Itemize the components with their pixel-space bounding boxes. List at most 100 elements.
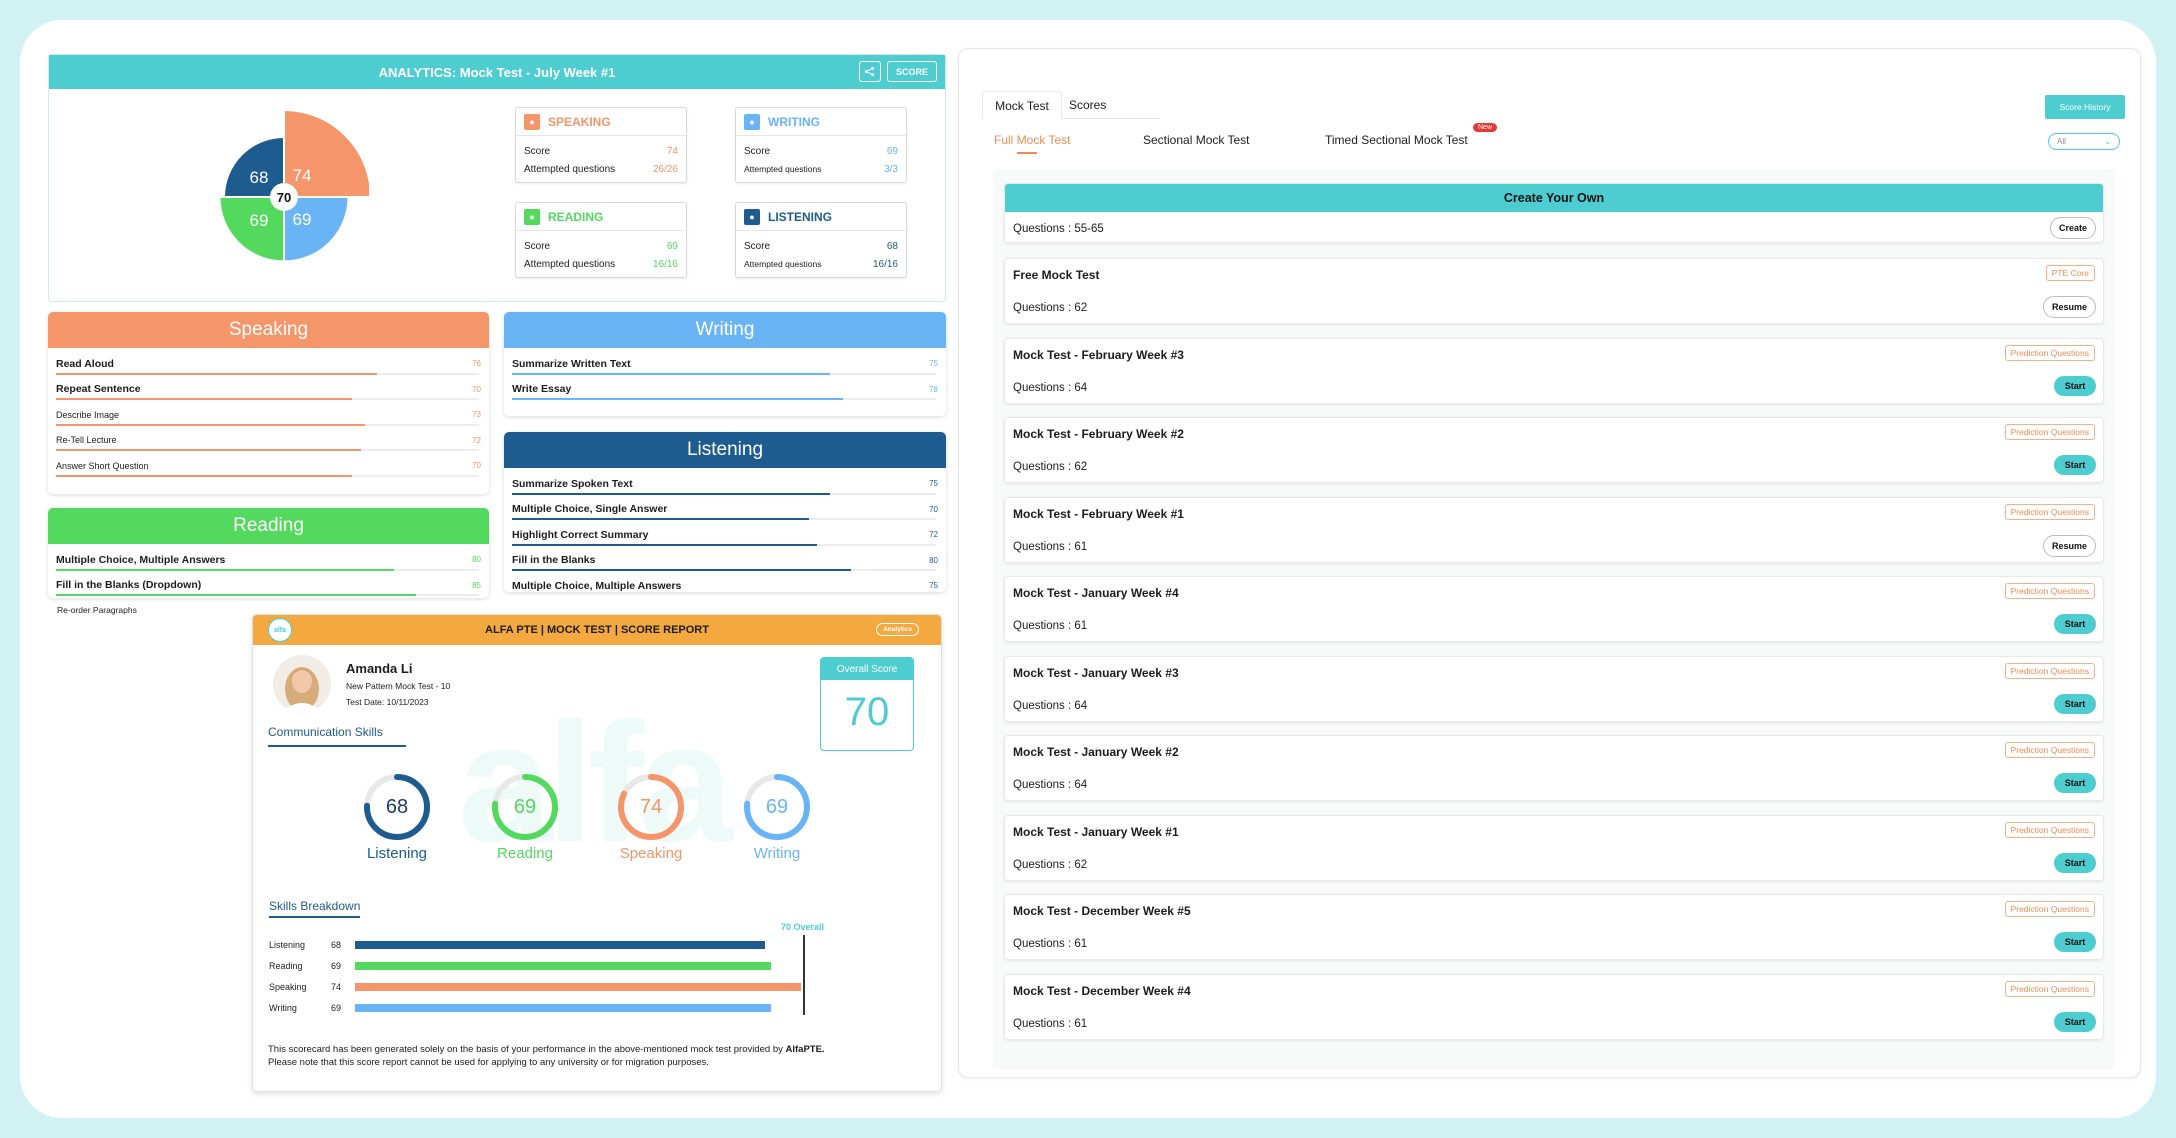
mock-test-name: Mock Test - January Week #4: [1013, 586, 1179, 600]
skill-row-value: 76: [472, 359, 481, 369]
mock-test-tag: Prediction Questions: [2004, 424, 2095, 440]
skill-row-label: Write Essay: [512, 383, 572, 396]
communication-skills-title: Communication Skills: [268, 725, 406, 747]
mock-test-card: Free Mock Test Questions : 62 PTE Core Resu…: [1004, 258, 2104, 324]
score-history-button[interactable]: Score History: [2045, 95, 2125, 119]
skill-row-bar: [512, 518, 936, 520]
filter-select[interactable]: All ⌄: [2048, 133, 2120, 150]
skill-row: Fill in the Blanks (Dropdown) 85: [48, 573, 489, 599]
mock-test-name: Mock Test - February Week #1: [1013, 506, 1184, 521]
subtab-sectional-mock-test[interactable]: Sectional Mock Test: [1143, 133, 1250, 147]
tab-mock-test[interactable]: Mock Test: [982, 91, 1062, 119]
start-button[interactable]: Start: [2054, 773, 2096, 793]
score-row: Score 68: [744, 240, 898, 252]
score-card-title: ● WRITING: [736, 108, 906, 136]
mock-test-name: Mock Test - February Week #2: [1013, 427, 1184, 441]
subtab-timed-sectional-mock-test[interactable]: Timed Sectional Mock Test: [1325, 133, 1468, 147]
skill-row: Fill in the Blanks 80: [504, 548, 946, 574]
filter-value: All: [2057, 137, 2066, 146]
breakdown-value: 74: [331, 982, 342, 992]
start-button[interactable]: Start: [2054, 852, 2096, 873]
chevron-down-icon: ⌄: [2104, 137, 2111, 146]
score-ring-label: Speaking: [619, 845, 683, 862]
score-report: alfa ALFA PTE | MOCK TEST | SCORE REPORT…: [252, 614, 942, 1092]
skill-row-label: Fill in the Blanks: [512, 554, 596, 567]
skill-row: Highlight Correct Summary 72: [504, 522, 946, 548]
reading-panel: Reading Multiple Choice, Multiple Answer…: [48, 508, 489, 598]
new-badge: New: [1473, 123, 1498, 132]
mock-test-questions: Questions : 61: [1013, 938, 1088, 950]
skill-row-value: 80: [472, 555, 481, 565]
report-title: ALFA PTE | MOCK TEST | SCORE REPORT: [485, 624, 709, 636]
skill-row-value: 72: [472, 435, 481, 445]
skill-row-label: Multiple Choice, Single Answer: [512, 503, 668, 516]
skill-row-bar-fill: [56, 423, 365, 426]
skill-row-label: Summarize Written Text: [512, 357, 631, 370]
skill-row: Repeat Sentence 70: [48, 377, 489, 403]
headphones-icon: ●: [744, 208, 760, 225]
speaking-panel: Speaking Read Aloud 76 Repeat Sentence 70 De…: [48, 312, 489, 494]
mock-test-card: Mock Test - February Week #2 Questions : …: [1004, 417, 2104, 483]
mock-test-name: Free Mock Test: [1013, 268, 1100, 282]
score-ring-value: 69: [513, 796, 537, 818]
skill-row-value: 75: [929, 359, 938, 369]
mock-test-tag: Prediction Questions: [2004, 503, 2095, 520]
skill-row-bar: [56, 474, 479, 477]
mock-test-card: Mock Test - January Week #4 Questions : 6…: [1004, 576, 2104, 642]
skill-row-bar-fill: [512, 518, 809, 520]
score-button[interactable]: SCORE: [886, 61, 937, 82]
skill-row-value: 72: [929, 530, 938, 540]
mock-test-questions: Questions : 61: [1013, 620, 1088, 632]
test-date: Test Date: 10/11/2023: [346, 697, 429, 707]
start-button[interactable]: Start: [2054, 693, 2096, 714]
reorder-paragraphs-label: Re-order Paragraphs: [57, 605, 137, 615]
score-ring-value: 68: [385, 796, 409, 818]
writing-score-card: ● WRITING Score 69 Attempted questions 3/3: [735, 107, 907, 183]
skill-row-bar: [56, 398, 479, 400]
skill-row-value: 75: [929, 479, 938, 489]
subtab-full-mock-test[interactable]: Full Mock Test: [994, 133, 1070, 147]
resume-button[interactable]: Resume: [2042, 296, 2096, 318]
score-ring-label: Listening: [366, 845, 428, 862]
mock-test-card: Mock Test - February Week #3 Questions : …: [1004, 337, 2104, 404]
tab-scores[interactable]: Scores: [1069, 98, 1106, 112]
score-card-title: ● SPEAKING: [516, 108, 686, 136]
start-button[interactable]: Start: [2054, 375, 2096, 396]
start-button[interactable]: Start: [2054, 932, 2096, 952]
skill-row-bar: [56, 372, 479, 375]
mock-test-tag: Prediction Questions: [2004, 901, 2095, 917]
start-button[interactable]: Start: [2054, 614, 2096, 634]
start-button[interactable]: Start: [2054, 1011, 2096, 1032]
mock-test-name: Mock Test - February Week #3: [1013, 347, 1184, 362]
skill-row-bar: [512, 569, 936, 571]
pen-icon: ●: [744, 113, 760, 130]
breakdown-label: Writing: [269, 1003, 297, 1013]
resume-button[interactable]: Resume: [2042, 534, 2096, 557]
skill-row-bar-fill: [56, 474, 353, 477]
breakdown-row: Writing 69: [269, 998, 869, 1018]
skill-row-bar: [512, 372, 936, 375]
attempted-row: Attempted questions 16/16: [744, 258, 898, 270]
skill-row-label: Describe Image: [56, 409, 120, 420]
student-name: Amanda Li: [346, 661, 413, 676]
skill-row-bar-fill: [512, 569, 852, 571]
skill-row-bar: [512, 543, 936, 546]
skill-row-label: Repeat Sentence: [56, 383, 141, 396]
listening-panel: Listening Summarize Spoken Text 75 Multipl…: [504, 432, 946, 592]
overall-marker-line: [803, 935, 805, 1015]
breakdown-value: 68: [331, 940, 342, 950]
mock-test-name: Mock Test - January Week #2: [1013, 745, 1179, 759]
create-button[interactable]: Create: [2049, 217, 2096, 239]
writing-panel: Writing Summarize Written Text 75 Write Es…: [504, 312, 946, 416]
book-icon: ●: [524, 208, 540, 225]
analytics-title: ANALYTICS: Mock Test - July Week #1: [378, 64, 616, 80]
microphone-icon: ●: [524, 113, 540, 130]
mock-test-tag: Prediction Questions: [2004, 344, 2095, 361]
skill-row-label: Highlight Correct Summary: [512, 528, 649, 541]
skill-row: Re-Tell Lecture 72: [48, 428, 489, 454]
share-button[interactable]: [858, 61, 881, 82]
pie-label-listening: 68: [250, 168, 269, 187]
start-button[interactable]: Start: [2054, 455, 2096, 475]
skill-row-bar: [56, 568, 479, 571]
breakdown-label: Reading: [269, 961, 303, 971]
